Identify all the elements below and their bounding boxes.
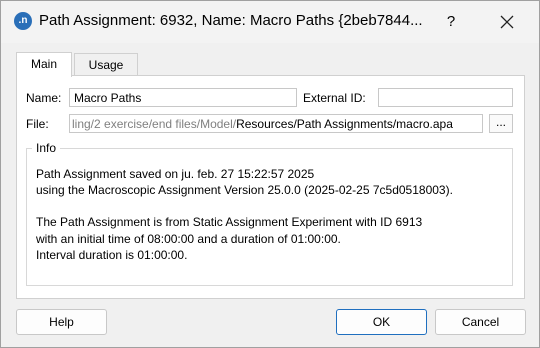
info-line: The Path Assignment is from Static Assig… (36, 215, 423, 229)
file-path-prefix: ling/2 exercise/end files/Model/ (72, 117, 237, 131)
info-line: Interval duration is 01:00:00. (36, 248, 188, 262)
help-button[interactable]: Help (16, 309, 107, 335)
name-label: Name: (26, 91, 62, 105)
close-button[interactable] (495, 10, 519, 34)
browse-file-button[interactable]: ... (489, 114, 513, 133)
app-icon: .n (14, 12, 32, 30)
tab-usage[interactable]: Usage (74, 53, 138, 76)
window-title: Path Assignment: 6932, Name: Macro Paths… (39, 12, 423, 29)
info-line: Path Assignment saved on ju. feb. 27 15:… (36, 167, 315, 181)
external-id-label: External ID: (303, 91, 366, 105)
external-id-input[interactable] (378, 88, 513, 107)
info-line: using the Macroscopic Assignment Version… (36, 183, 453, 197)
file-label: File: (26, 117, 49, 131)
tab-main[interactable]: Main (16, 52, 72, 77)
file-path-input[interactable]: ling/2 exercise/end files/Model/Resource… (69, 114, 483, 133)
name-input[interactable]: Macro Paths (69, 88, 297, 107)
path-assignment-dialog: .n Path Assignment: 6932, Name: Macro Pa… (0, 0, 540, 348)
ok-button[interactable]: OK (336, 309, 427, 335)
info-group-title: Info (32, 141, 61, 155)
close-icon (500, 15, 514, 29)
cancel-button[interactable]: Cancel (435, 309, 526, 335)
file-path-suffix: Resources/Path Assignments/macro.apa (236, 117, 453, 131)
help-question-button[interactable]: ? (439, 10, 463, 34)
title-bar: .n Path Assignment: 6932, Name: Macro Pa… (1, 1, 539, 43)
info-line: with an initial time of 08:00:00 and a d… (36, 232, 341, 246)
